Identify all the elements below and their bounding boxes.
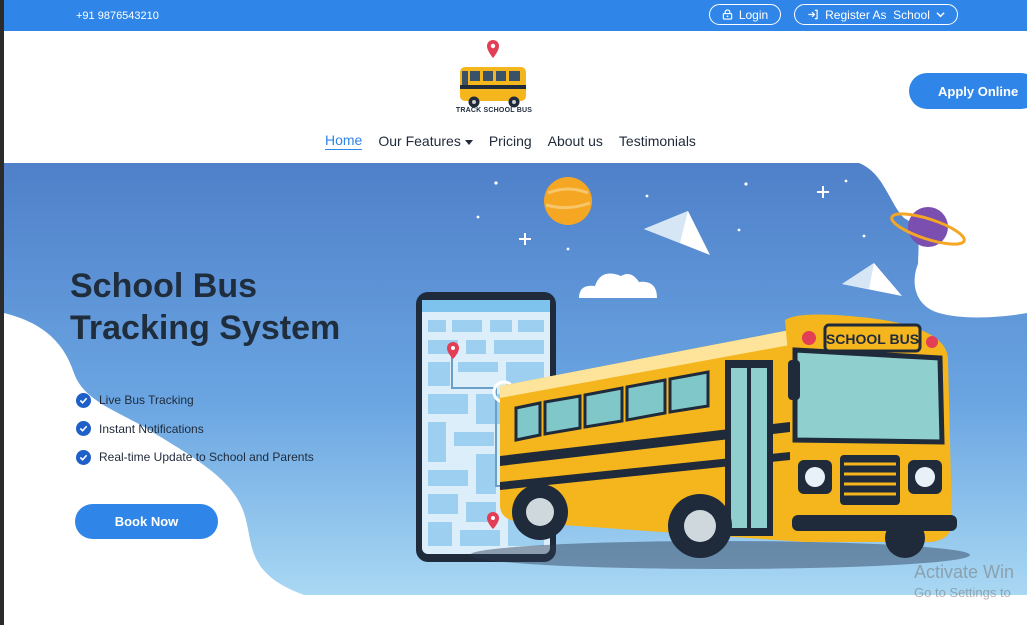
main-nav: Home Our Features Pricing About us Testi… [325,132,696,150]
logo-text: TRACK SCHOOL BUS [455,107,533,114]
feature-item: Live Bus Tracking [76,386,314,415]
feature-label: Instant Notifications [99,421,204,436]
chevron-down-icon [936,12,945,18]
sign-in-icon [808,9,818,20]
nav-item-our-features[interactable]: Our Features [378,132,473,150]
nav-about-label: About us [547,133,603,149]
check-icon [76,392,91,408]
watermark-line2: Go to Settings to [914,585,1011,600]
hero-title-line2: Tracking System [70,309,341,347]
activation-watermark: Activate Win Go to Settings to [914,562,1014,600]
feature-label: Live Bus Tracking [99,393,194,408]
book-now-button[interactable]: Book Now [75,504,218,539]
register-label: Register As School [825,7,930,22]
hero-title: School Bus Tracking System [70,265,340,349]
feature-list: Live Bus Tracking Instant Notifications … [76,386,314,472]
watermark-line1: Activate Win [914,562,1015,582]
top-bar: +91 9876543210 Login Register As School [4,0,1027,31]
caret-down-icon [464,139,473,145]
hero-title-line1: School Bus [70,267,258,305]
feature-item: Instant Notifications [76,415,314,444]
nav-testimonials-label: Testimonials [618,133,696,149]
lock-icon [722,9,733,20]
login-label: Login [738,7,769,22]
nav-pricing-label: Pricing [488,133,532,149]
check-icon [76,449,91,465]
school-bus-illustration: SCHOOL BUS [500,314,957,558]
phone-number[interactable]: +91 9876543210 [76,10,159,22]
nav-features-label: Our Features [378,133,461,149]
register-dropdown-button[interactable]: Register As School [794,4,958,25]
login-button[interactable]: Login [709,4,781,25]
nav-item-about-us[interactable]: About us [548,132,603,150]
bus-sign-text: SCHOOL BUS [826,331,919,347]
nav-home-label: Home [325,132,363,148]
nav-item-home[interactable]: Home [325,132,363,150]
check-icon [76,421,91,437]
feature-item: Real-time Update to School and Parents [76,443,314,472]
hero-illustration: SCHOOL BUS [416,292,970,569]
nav-item-pricing[interactable]: Pricing [489,132,532,150]
nav-item-testimonials[interactable]: Testimonials [619,132,696,150]
feature-label: Real-time Update to School and Parents [99,450,314,465]
apply-online-button[interactable]: Apply Online [909,73,1027,109]
